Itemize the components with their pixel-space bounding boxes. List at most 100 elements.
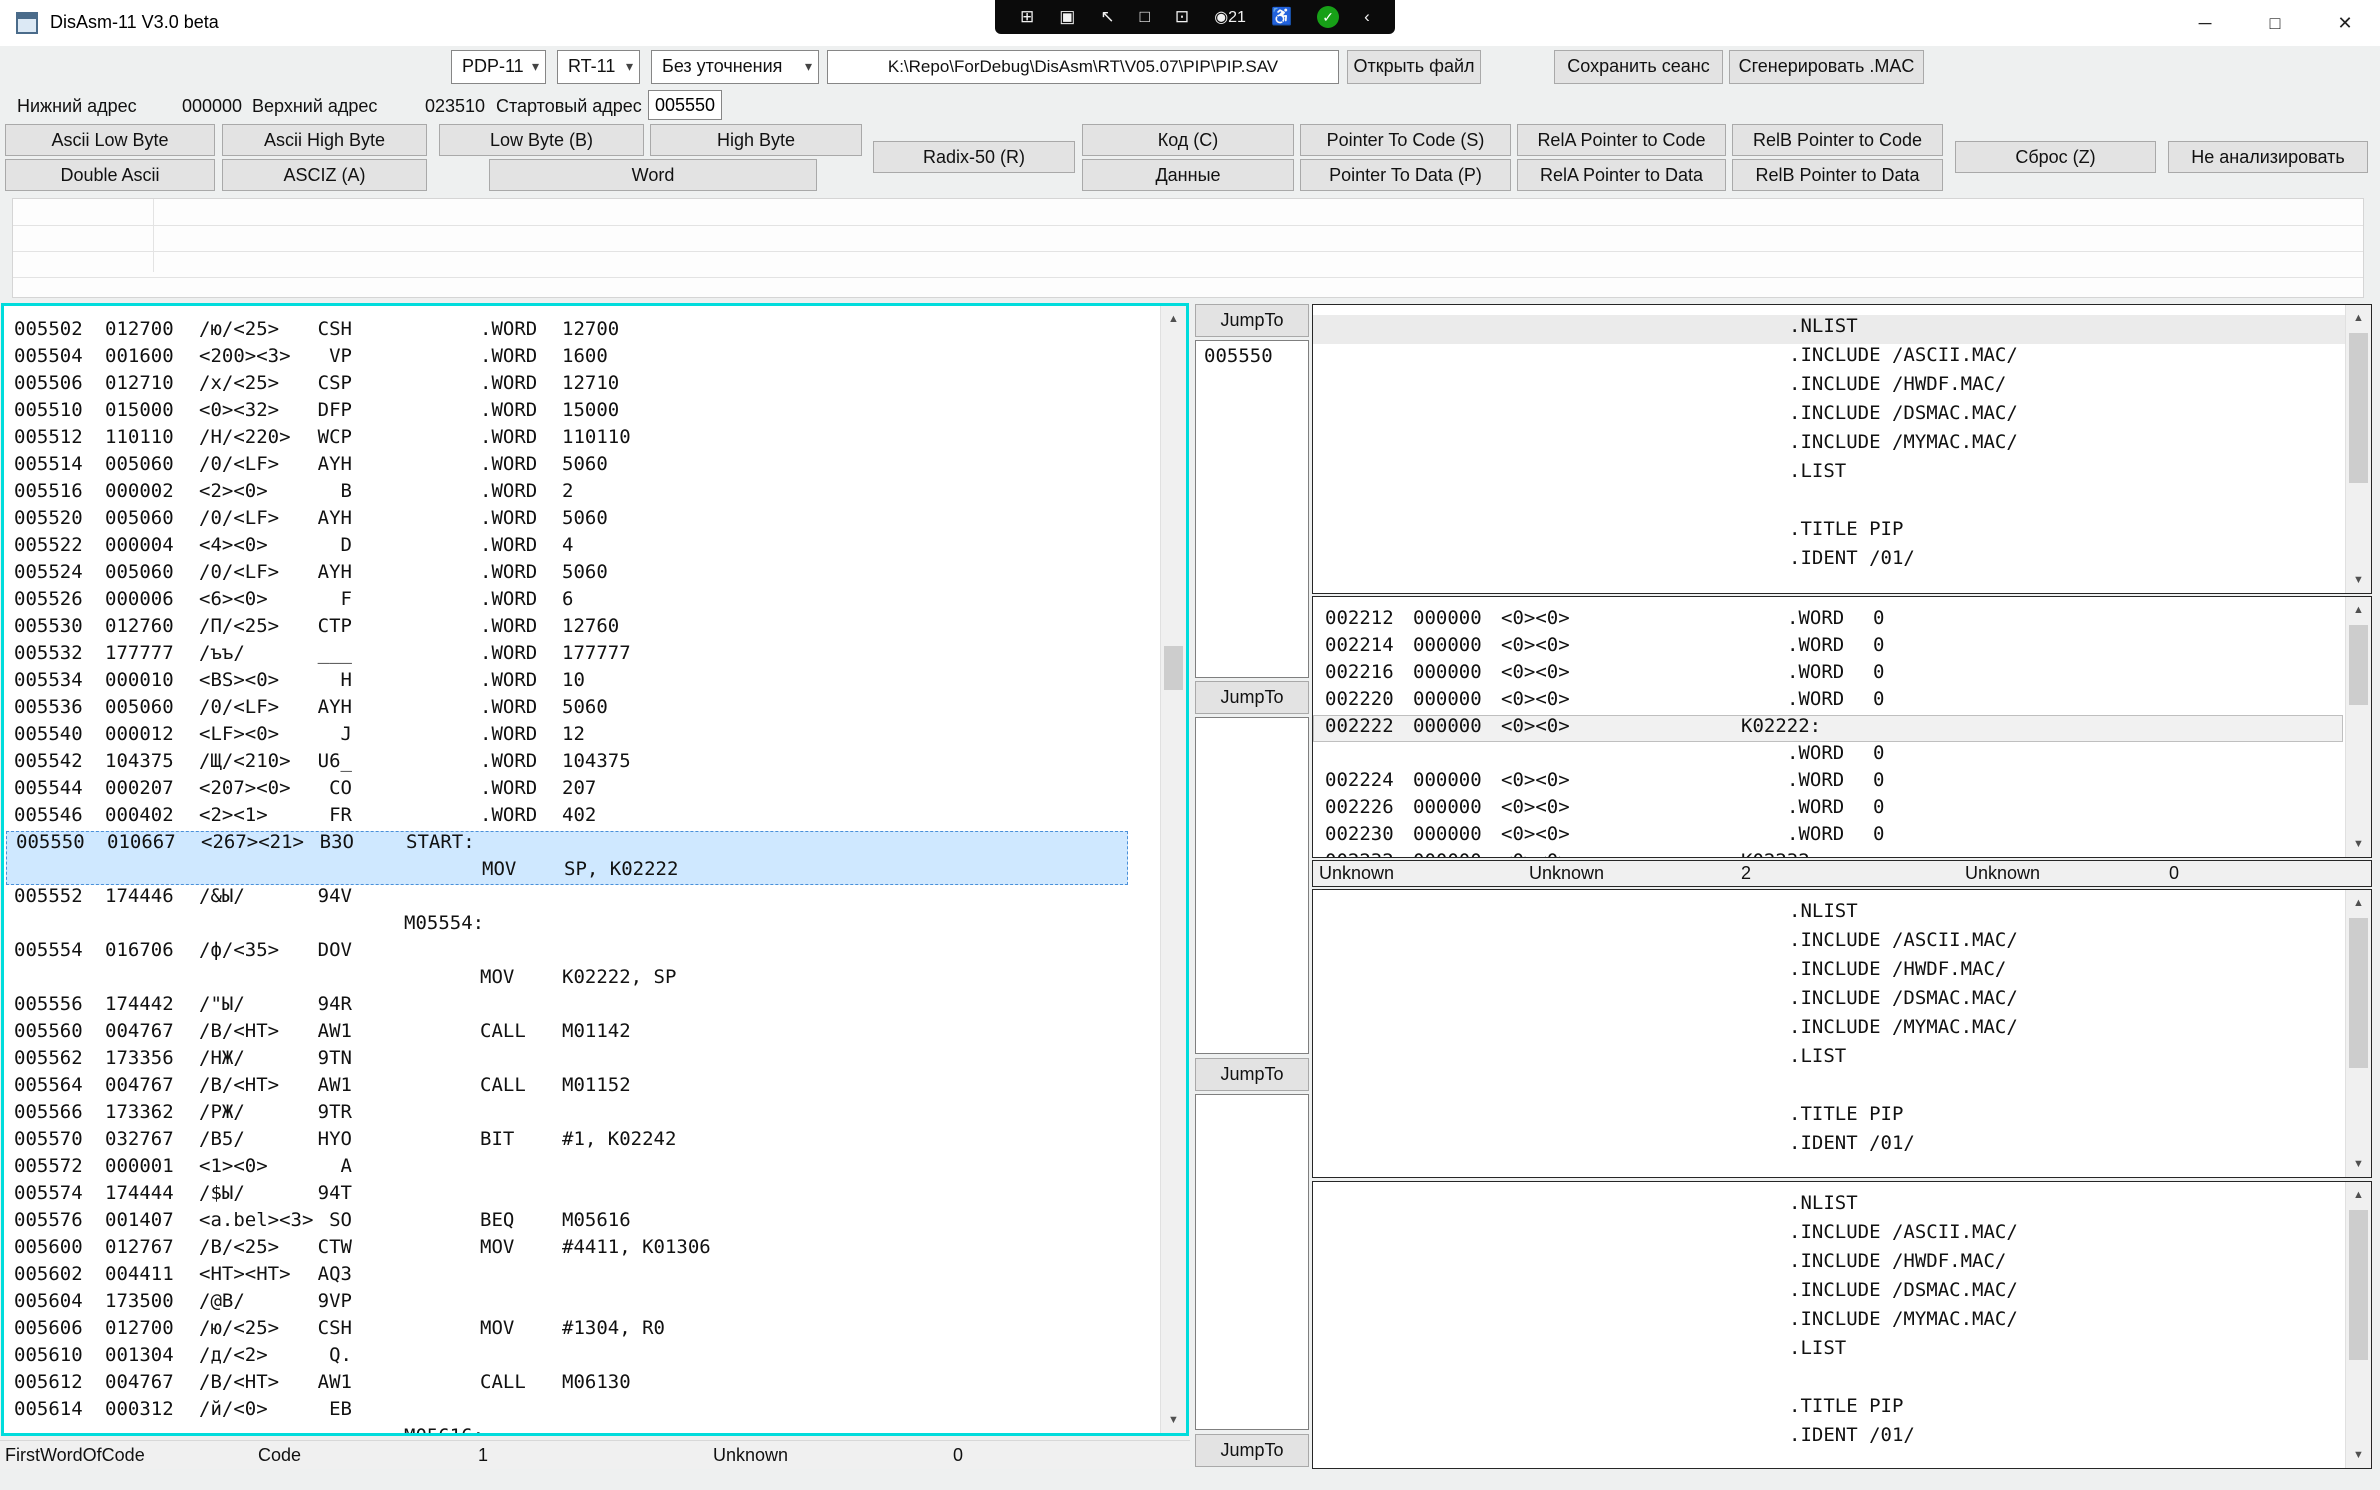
- listing-line[interactable]: 005520005060/0/<LF>AYH.WORD5060: [4, 507, 1158, 534]
- scroll-down-icon[interactable]: ▼: [2346, 567, 2371, 593]
- listing-line[interactable]: 005574174444/$Ы/94T: [4, 1182, 1158, 1209]
- jumpto-button-1[interactable]: JumpTo: [1195, 304, 1309, 337]
- listing-line[interactable]: 005506012710/х/<25>CSP.WORD12710: [4, 372, 1158, 399]
- generate-mac-button[interactable]: Сгенерировать .MAC: [1729, 50, 1924, 84]
- scrollbar[interactable]: ▲ ▼: [2345, 1182, 2371, 1468]
- source-line[interactable]: .TITLE PIP: [1313, 518, 2345, 547]
- listing-line[interactable]: 005502012700/ю/<25>CSH.WORD12700: [4, 318, 1158, 345]
- source-line[interactable]: .INCLUDE /ASCII.MAC/: [1313, 1221, 2345, 1250]
- scroll-down-icon[interactable]: ▼: [2346, 831, 2371, 857]
- listing-line[interactable]: 005560004767/В/<HT>AW1CALLM01142: [4, 1020, 1158, 1047]
- rela-pointer-to-code-button[interactable]: RelA Pointer to Code: [1517, 124, 1726, 156]
- stop-icon[interactable]: □: [1140, 0, 1150, 34]
- check-icon[interactable]: ✓: [1317, 6, 1339, 28]
- listing-line[interactable]: 005576001407<a.bel><3>SOBEQM05616: [4, 1209, 1158, 1236]
- listing-line[interactable]: 005522000004<4><0>D.WORD4: [4, 534, 1158, 561]
- listing-line[interactable]: 005600012767/В/<25>CTWMOV#4411, K01306: [4, 1236, 1158, 1263]
- listing-line[interactable]: 005524005060/0/<LF>AYH.WORD5060: [4, 561, 1158, 588]
- source-line[interactable]: .NLIST: [1313, 1192, 2345, 1221]
- source-line[interactable]: .INCLUDE /HWDF.MAC/: [1313, 1250, 2345, 1279]
- listing-line[interactable]: 005606012700/ю/<25>CSHMOV#1304, R0: [4, 1317, 1158, 1344]
- source-line[interactable]: .TITLE PIP: [1313, 1103, 2345, 1132]
- listing-line[interactable]: .WORD0: [1313, 742, 2345, 769]
- listing-line[interactable]: 005604173500/@В/9VP: [4, 1290, 1158, 1317]
- listing-line[interactable]: 005540000012<LF><0>J.WORD12: [4, 723, 1158, 750]
- listing-line[interactable]: 005602004411<HT><HT>AQ3: [4, 1263, 1158, 1290]
- pointer-to-code-button[interactable]: Pointer To Code (S): [1300, 124, 1511, 156]
- back-chevron-icon[interactable]: ‹: [1364, 0, 1370, 34]
- source-line[interactable]: .IDENT /01/: [1313, 1132, 2345, 1161]
- scroll-up-icon[interactable]: ▲: [2346, 305, 2371, 331]
- widgets-icon[interactable]: ⊞: [1020, 0, 1034, 34]
- listing-line[interactable]: 005542104375/Щ/<210>U6_.WORD104375: [4, 750, 1158, 777]
- scrollbar-thumb[interactable]: [2349, 1210, 2368, 1360]
- listing-line[interactable]: 005612004767/В/<HT>AW1CALLM06130: [4, 1371, 1158, 1398]
- record-icon[interactable]: ◉: [1214, 9, 1228, 26]
- reset-button[interactable]: Сброс (Z): [1955, 141, 2156, 173]
- no-analyze-button[interactable]: Не анализировать: [2168, 141, 2368, 173]
- source-line[interactable]: .NLIST: [1313, 900, 2345, 929]
- source-line[interactable]: .INCLUDE /ASCII.MAC/: [1313, 929, 2345, 958]
- listing-line[interactable]: MOVSP, K02222: [6, 858, 1128, 885]
- scrollbar-thumb[interactable]: [1164, 646, 1183, 690]
- listing-line[interactable]: 005532177777/ъъ/___.WORD177777: [4, 642, 1158, 669]
- listing-line[interactable]: 005544000207<207><0>CO.WORD207: [4, 777, 1158, 804]
- listing-line[interactable]: 005510015000<0><32>DFP.WORD15000: [4, 399, 1158, 426]
- high-byte-button[interactable]: High Byte: [650, 124, 862, 156]
- word-button[interactable]: Word: [489, 159, 817, 191]
- jumpto-list-1[interactable]: 005550: [1195, 340, 1309, 678]
- ascii-low-byte-button[interactable]: Ascii Low Byte: [5, 124, 215, 156]
- listing-line[interactable]: 005556174442/"Ы/94R: [4, 993, 1158, 1020]
- jumpto-button-3[interactable]: JumpTo: [1195, 1058, 1309, 1091]
- scrollbar-thumb[interactable]: [2349, 333, 2368, 483]
- open-file-button[interactable]: Открыть файл: [1347, 50, 1481, 84]
- scroll-up-icon[interactable]: ▲: [2346, 1182, 2371, 1208]
- listing-line[interactable]: 005536005060/0/<LF>AYH.WORD5060: [4, 696, 1158, 723]
- low-byte-button[interactable]: Low Byte (B): [439, 124, 644, 156]
- source-line[interactable]: [1313, 489, 2345, 518]
- scroll-up-icon[interactable]: ▲: [2346, 890, 2371, 916]
- jumpto-button-2[interactable]: JumpTo: [1195, 681, 1309, 714]
- source-line[interactable]: .INCLUDE /HWDF.MAC/: [1313, 373, 2345, 402]
- scroll-down-icon[interactable]: ▼: [2346, 1442, 2371, 1468]
- listing-line[interactable]: 005570032767/В5/HYOBIT#1, K02242: [4, 1128, 1158, 1155]
- listing-line[interactable]: 002212000000<0><0>.WORD0: [1313, 607, 2345, 634]
- source-line[interactable]: .TITLE PIP: [1313, 1395, 2345, 1424]
- listing-line[interactable]: 002216000000<0><0>.WORD0: [1313, 661, 2345, 688]
- listing-line[interactable]: 005572000001<1><0>A: [4, 1155, 1158, 1182]
- listing-line[interactable]: 005516000002<2><0>B.WORD2: [4, 480, 1158, 507]
- source-line[interactable]: .INCLUDE /MYMAC.MAC/: [1313, 1308, 2345, 1337]
- scrollbar[interactable]: ▲ ▼: [2345, 597, 2371, 857]
- scrollbar[interactable]: ▲ ▼: [1160, 306, 1186, 1433]
- save-session-button[interactable]: Сохранить сеанс: [1554, 50, 1723, 84]
- relb-pointer-to-data-button[interactable]: RelB Pointer to Data: [1732, 159, 1943, 191]
- listing-line[interactable]: 002220000000<0><0>.WORD0: [1313, 688, 2345, 715]
- listing-line[interactable]: 002226000000<0><0>.WORD0: [1313, 796, 2345, 823]
- source-line[interactable]: [1313, 1366, 2345, 1395]
- source-line[interactable]: .INCLUDE /MYMAC.MAC/: [1313, 1016, 2345, 1045]
- scroll-down-icon[interactable]: ▼: [1161, 1407, 1186, 1433]
- radix50-button[interactable]: Radix-50 (R): [873, 141, 1075, 173]
- scrollbar-thumb[interactable]: [2349, 625, 2368, 705]
- asciz-button[interactable]: ASCIZ (A): [222, 159, 427, 191]
- jumpto-list-2[interactable]: [1195, 717, 1309, 1054]
- listing-line[interactable]: 005566173362/РЖ/9TR: [4, 1101, 1158, 1128]
- screen-capture-icon[interactable]: ⊡: [1175, 0, 1189, 34]
- listing-line[interactable]: 005614000312/й/<0>EB: [4, 1398, 1158, 1425]
- scroll-up-icon[interactable]: ▲: [2346, 597, 2371, 623]
- selected-row[interactable]: 005550010667<267><21>B3OSTART:MOVSP, K02…: [6, 831, 1128, 885]
- double-ascii-button[interactable]: Double Ascii: [5, 159, 215, 191]
- pointer-to-data-button[interactable]: Pointer To Data (P): [1300, 159, 1511, 191]
- source-line[interactable]: .NLIST: [1313, 315, 2345, 344]
- listing-line[interactable]: 005610001304/д/<2>Q.: [4, 1344, 1158, 1371]
- listing-line[interactable]: 005514005060/0/<LF>AYH.WORD5060: [4, 453, 1158, 480]
- data-button[interactable]: Данные: [1082, 159, 1294, 191]
- source-line[interactable]: [1313, 1074, 2345, 1103]
- scroll-up-icon[interactable]: ▲: [1161, 306, 1186, 332]
- close-button[interactable]: ✕: [2310, 0, 2380, 46]
- os-select[interactable]: RT-11 ▾: [557, 50, 640, 84]
- listing-line[interactable]: 005552174446/&Ы/94V: [4, 885, 1158, 912]
- listing-line[interactable]: 005534000010<BS><0>H.WORD10: [4, 669, 1158, 696]
- listing-line[interactable]: 002222000000<0><0>K02222:: [1313, 715, 2343, 742]
- source-line[interactable]: .IDENT /01/: [1313, 1424, 2345, 1453]
